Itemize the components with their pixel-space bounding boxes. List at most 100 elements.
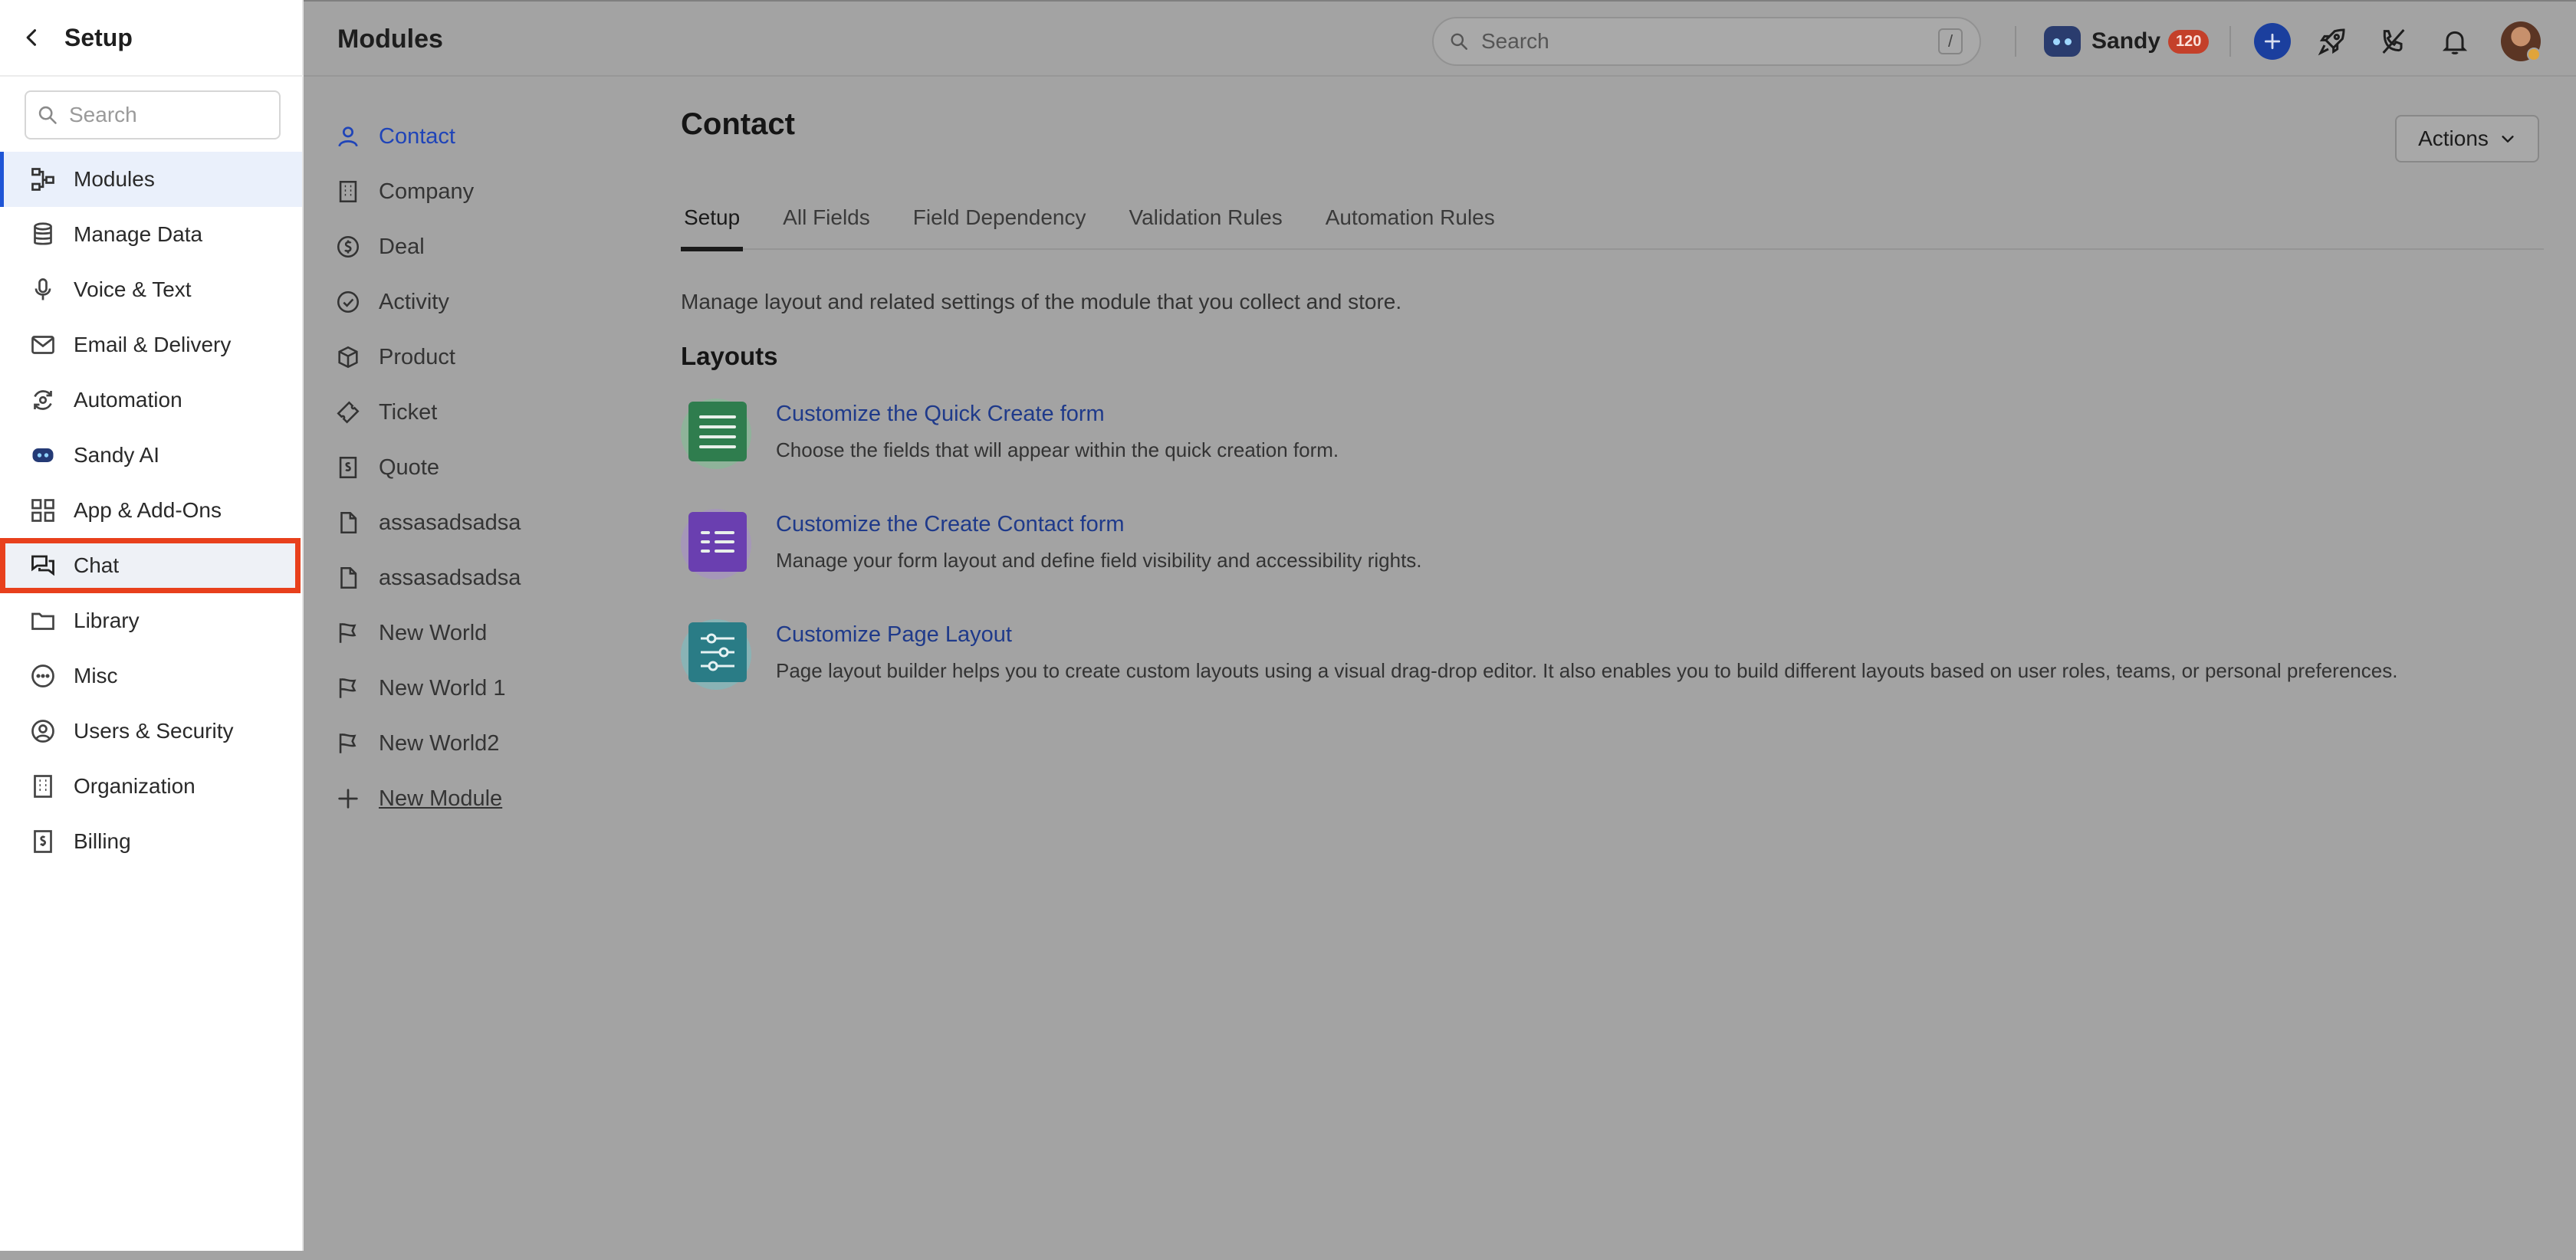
module-item-new-world2[interactable]: New World2 [334,716,610,771]
customize-page-layout-link[interactable]: Customize Page Layout [776,622,1012,648]
tab-all-fields[interactable]: All Fields [783,201,870,250]
sidebar-item-label: Users & Security [74,719,234,743]
flag-icon [334,674,362,702]
sidebar-item-billing[interactable]: Billing [0,814,302,869]
sidebar-item-automation[interactable]: Automation [0,372,302,428]
sidebar-item-voice-text[interactable]: Voice & Text [0,262,302,317]
layouts-heading: Layouts [681,342,778,370]
sandy-count-badge: 120 [2168,29,2210,54]
sidebar-item-app-add-ons[interactable]: App & Add-Ons [0,483,302,538]
layout-row-create-contact: Customize the Create Contact form Manage… [681,509,2544,586]
module-item-ticket[interactable]: Ticket [334,385,610,440]
module-item-company[interactable]: Company [334,164,610,219]
file-icon [334,564,362,592]
back-arrow-icon[interactable] [21,27,43,48]
sliders-icon [681,619,751,690]
module-item-deal[interactable]: Deal [334,219,610,274]
flag-icon [334,730,362,757]
global-search-placeholder: Search [1481,29,1549,53]
module-item-label: Contact [379,123,455,149]
sidebar-item-chat[interactable]: Chat [0,538,301,593]
sidebar-item-organization[interactable]: Organization [0,759,302,814]
sidebar-item-label: Organization [74,774,196,798]
module-tabs: Setup All Fields Field Dependency Valida… [680,201,2544,251]
layout-row-quick-create: Customize the Quick Create form Choose t… [681,399,2544,475]
module-content: Contact [681,107,2544,142]
sidebar-item-label: Misc [74,664,118,687]
flag-icon [334,619,362,647]
search-shortcut-key: / [1938,28,1963,54]
module-item-activity[interactable]: Activity [334,274,610,330]
more-icon [29,662,57,690]
new-module-link[interactable]: New Module [334,771,610,826]
tab-automation-rules[interactable]: Automation Rules [1326,201,1495,250]
sidebar-search-input[interactable]: Search [25,90,281,139]
module-item-custom-2[interactable]: assasadsadsa [334,550,610,605]
sidebar-bottom-strip [0,1251,304,1260]
building-icon [29,773,57,800]
module-item-contact[interactable]: Contact [334,109,610,164]
customize-create-contact-link[interactable]: Customize the Create Contact form [776,512,1125,537]
user-avatar[interactable] [2501,21,2541,61]
actions-dropdown-button[interactable]: Actions [2395,115,2539,162]
ticket-icon [334,399,362,426]
form-icon [681,399,751,469]
sidebar-item-manage-data[interactable]: Manage Data [0,207,302,262]
module-item-new-world-1[interactable]: New World 1 [334,661,610,716]
module-item-label: assasadsadsa [379,510,521,535]
sidebar-search-placeholder: Search [69,103,137,126]
tab-setup[interactable]: Setup [680,201,744,251]
form-list-icon [681,509,751,579]
folder-icon [29,607,57,635]
apps-grid-icon [29,497,57,524]
modules-icon [29,166,57,193]
sidebar-item-users-security[interactable]: Users & Security [0,704,302,759]
module-item-product[interactable]: Product [334,330,610,385]
divider [2015,26,2016,57]
tab-validation-rules[interactable]: Validation Rules [1129,201,1282,250]
plus-icon [334,785,362,812]
customize-quick-create-link[interactable]: Customize the Quick Create form [776,402,1105,427]
module-item-label: New World2 [379,730,500,756]
sandy-assistant-button[interactable]: Sandy 120 [2044,23,2210,60]
divider [2229,26,2231,57]
automation-icon [29,386,57,414]
sidebar-title: Setup [64,23,133,51]
sandy-ai-icon [29,441,57,469]
tab-field-dependency[interactable]: Field Dependency [913,201,1086,250]
sidebar-item-label: Chat [74,553,120,577]
sidebar-item-misc[interactable]: Misc [0,648,302,704]
layout-description: Choose the fields that will appear withi… [776,438,1339,461]
sandy-ai-icon [2044,26,2081,57]
billing-icon [29,828,57,855]
sidebar-item-label: App & Add-Ons [74,498,222,522]
user-circle-icon [29,717,57,745]
top-bar: Modules Search / Sandy 120 [304,0,2576,77]
plus-icon [2262,31,2282,51]
quick-add-button[interactable] [2254,23,2291,60]
mail-icon [29,331,57,359]
sidebar-item-label: Modules [74,167,155,191]
new-module-label: New Module [379,786,503,811]
sandy-name: Sandy [2091,28,2161,54]
sidebar-item-library[interactable]: Library [0,593,302,648]
module-item-label: New World [379,620,488,645]
module-item-custom-1[interactable]: assasadsadsa [334,495,610,550]
page-title: Modules [337,25,443,54]
rocket-icon[interactable] [2315,25,2349,58]
module-item-label: Product [379,344,455,369]
sidebar-item-label: Sandy AI [74,443,160,467]
module-item-label: Company [379,179,475,204]
module-description: Manage layout and related settings of th… [681,290,1402,313]
module-item-quote[interactable]: Quote [334,440,610,495]
sidebar-item-sandy-ai[interactable]: Sandy AI [0,428,302,483]
module-item-label: New World 1 [379,675,506,701]
global-search-input[interactable]: Search / [1432,17,1981,66]
module-item-new-world[interactable]: New World [334,605,610,661]
layout-description: Manage your form layout and define field… [776,549,1422,572]
bell-icon[interactable] [2438,25,2472,58]
sidebar-item-modules[interactable]: Modules [0,152,302,207]
box-icon [334,343,362,371]
phone-off-icon[interactable] [2377,25,2410,58]
sidebar-item-email-delivery[interactable]: Email & Delivery [0,317,302,372]
